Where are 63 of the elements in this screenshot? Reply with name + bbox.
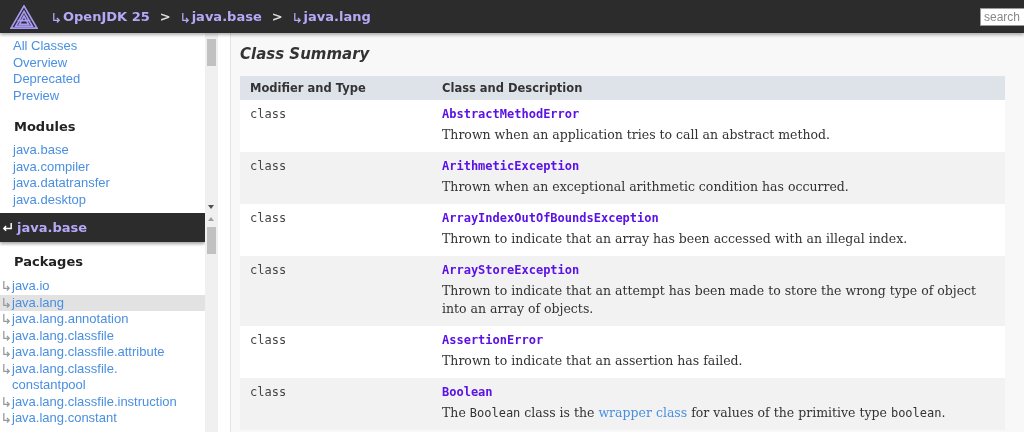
class-link[interactable]: AbstractMethodError — [442, 107, 580, 121]
hook-arrow-icon — [2, 396, 11, 408]
breadcrumb-link[interactable]: java.base — [180, 9, 262, 24]
hook-arrow-icon — [52, 12, 61, 24]
package-link[interactable]: java.io — [0, 278, 205, 295]
scrollbar-thumb[interactable] — [207, 227, 216, 254]
wrapper-class-link[interactable]: wrapper class — [598, 405, 688, 420]
package-link[interactable]: java.lang.classfile.attribute — [0, 344, 205, 361]
module-link[interactable]: java.datatransfer — [13, 175, 205, 192]
hook-arrow-icon — [2, 314, 11, 325]
class-description: The Boolean class is the wrapper class for values of the primitive type boolean. — [442, 404, 947, 422]
class-description: Thrown when an application tries to call an abstract method. — [442, 126, 832, 144]
column-header: Modifier and Type — [240, 76, 432, 100]
nav-link[interactable]: All Classes — [13, 38, 205, 55]
modifier-cell: class — [250, 385, 287, 399]
hook-arrow-icon — [2, 330, 11, 342]
nav-link[interactable]: Preview — [13, 87, 205, 104]
search-field[interactable]: search — [980, 7, 1024, 26]
column-header: Class and Description — [432, 76, 1005, 100]
hook-arrow-icon — [2, 363, 11, 375]
logo-icon[interactable] — [10, 4, 38, 29]
scrollbar-thumb[interactable] — [207, 39, 216, 66]
nav-link[interactable]: Deprecated — [13, 71, 205, 88]
module-link[interactable]: java.desktop — [13, 191, 205, 208]
scrollbar[interactable] — [205, 33, 218, 213]
class-description: Thrown to indicate that an attempt has been made to store the wrong type of object into an array of objects. — [442, 282, 978, 318]
hook-arrow-icon — [2, 281, 11, 292]
class-link[interactable]: ArrayIndexOutOfBoundsException — [442, 211, 659, 225]
package-link[interactable]: java.lang.classfile — [0, 327, 205, 344]
module-link[interactable]: java.base — [13, 142, 205, 159]
modifier-cell: class — [250, 107, 287, 121]
class-link[interactable]: AssertionError — [442, 333, 544, 347]
breadcrumb-link[interactable]: OpenJDK 25 — [52, 9, 150, 24]
class-description: Thrown to indicate that an array has been accessed with an illegal index. — [442, 230, 909, 248]
breadcrumb-separator: > — [271, 9, 283, 24]
modifier-cell: class — [250, 263, 287, 277]
section-heading: Modules — [13, 119, 77, 134]
modifier-cell: class — [250, 333, 287, 347]
return-arrow-icon — [2, 222, 13, 233]
package-link[interactable]: java.lang — [0, 294, 205, 311]
scrollbar[interactable] — [205, 213, 218, 432]
class-description: Thrown when an exceptional arithmetic condition has occurred. — [442, 178, 850, 196]
section-title: Class Summary — [240, 45, 371, 63]
class-link[interactable]: ArithmeticException — [442, 159, 580, 173]
modifier-cell: class — [250, 211, 287, 225]
module-link[interactable]: java.compiler — [13, 158, 205, 175]
nav-link[interactable]: Overview — [13, 54, 205, 71]
section-heading: Packages — [13, 254, 84, 269]
class-link[interactable]: Boolean — [442, 385, 493, 399]
modifier-cell: class — [250, 159, 287, 173]
package-link[interactable]: java.lang.annotation — [0, 311, 205, 328]
class-link[interactable]: ArrayStoreException — [442, 263, 580, 277]
hook-arrow-icon — [2, 297, 11, 309]
breadcrumb-link[interactable]: java.lang — [292, 9, 371, 24]
hook-arrow-icon — [2, 347, 11, 358]
hook-arrow-icon — [180, 12, 190, 24]
package-link[interactable]: java.lang.constant — [0, 410, 205, 427]
package-link[interactable]: java.lang.classfile.instruction — [0, 393, 205, 410]
breadcrumb-separator: > — [159, 9, 171, 24]
current-module: java.base — [17, 220, 88, 235]
hook-arrow-icon — [292, 12, 302, 24]
hook-arrow-icon — [2, 413, 11, 424]
class-description: Thrown to indicate that an assertion has failed. — [442, 352, 744, 370]
